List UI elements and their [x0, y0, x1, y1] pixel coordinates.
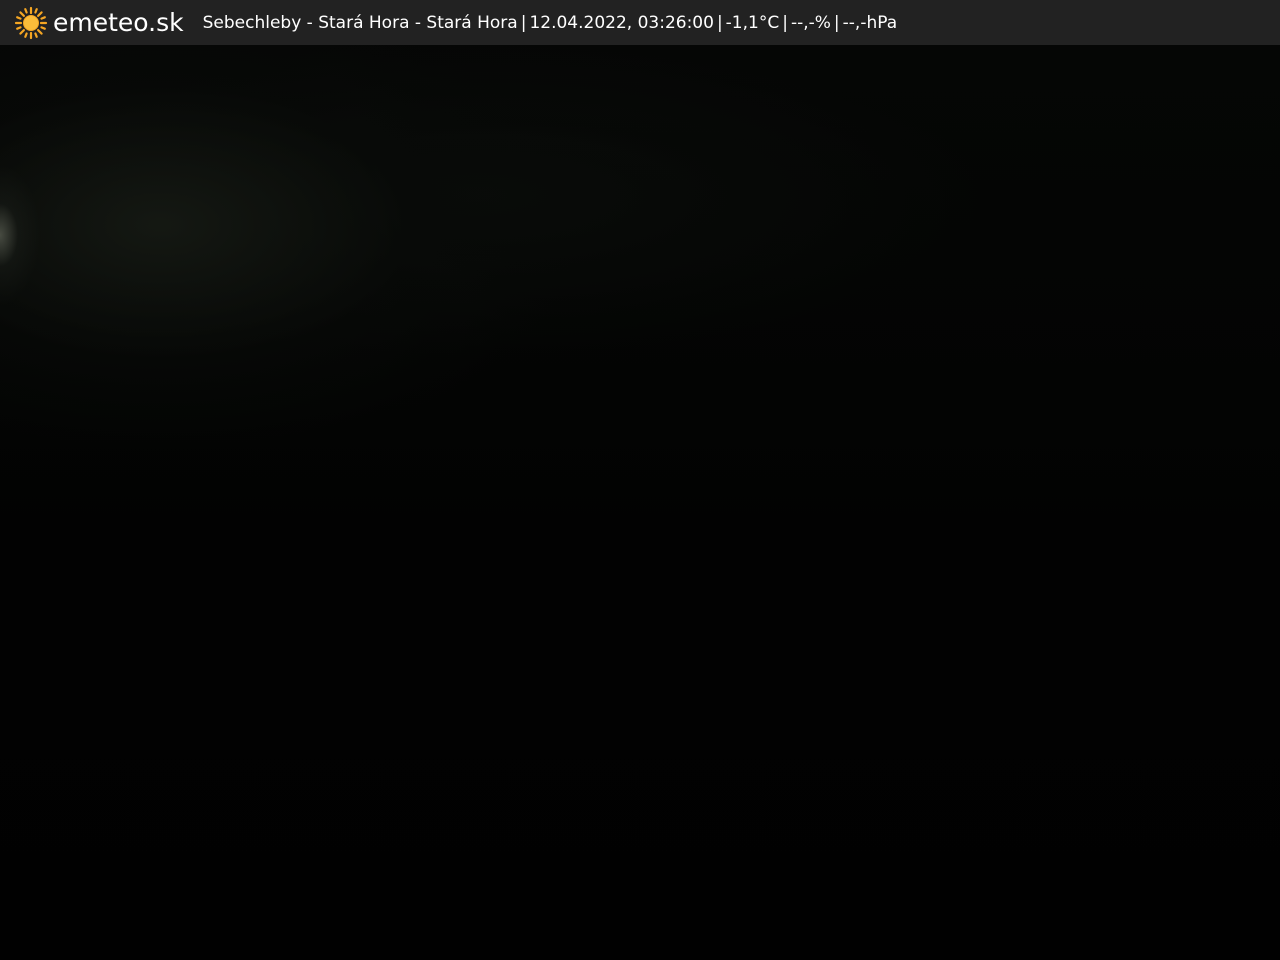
brand-name: emeteo.sk: [53, 8, 184, 37]
info-bar: emeteo.sk Sebechleby - Stará Hora - Star…: [0, 0, 1280, 45]
webcam-frame: emeteo.sk Sebechleby - Stará Hora - Star…: [0, 0, 1280, 960]
separator: |: [520, 12, 527, 33]
pressure-label: --,-hPa: [842, 12, 898, 33]
caption-text: Sebechleby - Stará Hora - Stará Hora | 12.…: [203, 13, 898, 33]
separator: |: [833, 12, 840, 33]
temperature-label: -1,1°C: [725, 12, 780, 33]
sun-icon: [14, 6, 48, 39]
location-label: Sebechleby - Stará Hora - Stará Hora: [202, 12, 518, 33]
separator: |: [716, 12, 723, 33]
separator: |: [782, 12, 788, 33]
datetime-label: 12.04.2022, 03:26:00: [529, 12, 714, 33]
brand-logo: emeteo.sk: [14, 6, 184, 40]
humidity-label: --,-%: [790, 12, 831, 33]
night-webcam-image: [0, 45, 1280, 960]
